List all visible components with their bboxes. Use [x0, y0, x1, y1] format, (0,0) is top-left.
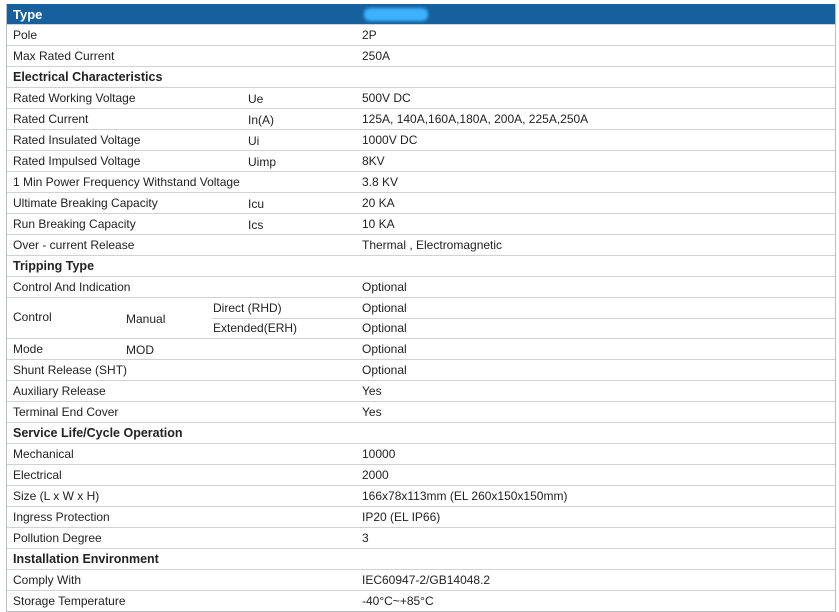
row-value: IEC60947-2/GB14048.2 — [362, 573, 491, 587]
table-row: Rated Current In(A) 125A, 140A,160A,180A, … — [7, 108, 835, 129]
table-row: Max Rated Current 250A — [7, 45, 835, 66]
header-title: Type — [13, 7, 43, 22]
row-label: Pollution Degree — [13, 531, 102, 545]
row-value: Yes — [362, 405, 382, 419]
row-value: IP20 (EL IP66) — [362, 510, 441, 524]
table-row: Auxiliary Release Yes — [7, 380, 835, 401]
row-value: 3.8 KV — [362, 175, 399, 189]
row-label: Mechanical — [13, 447, 74, 461]
row-label: Max Rated Current — [13, 49, 115, 63]
table-row: 1 Min Power Frequency Withstand Voltage 3… — [7, 171, 835, 192]
row-value: 500V DC — [362, 91, 411, 105]
table-row: Storage Temperature -40°C~+85°C — [7, 590, 835, 611]
row-sub-label: Manual — [126, 312, 166, 326]
row-symbol: Uimp — [248, 155, 277, 169]
row-value: 20 KA — [362, 196, 395, 210]
section-title: Service Life/Cycle Operation — [13, 426, 183, 440]
row-label: Rated Working Voltage — [13, 91, 136, 105]
section-title: Electrical Characteristics — [13, 70, 163, 84]
row-label: Ultimate Breaking Capacity — [13, 196, 158, 210]
row-value: 3 — [362, 531, 369, 545]
section-title: Installation Environment — [13, 552, 159, 566]
section-title: Tripping Type — [13, 259, 95, 273]
table-row: Rated Insulated Voltage Ui 1000V DC — [7, 129, 835, 150]
row-value: Optional — [362, 363, 407, 377]
table-row: Shunt Release (SHT) Optional — [7, 359, 835, 380]
row-label: Size (L x W x H) — [13, 489, 100, 503]
row-label: 1 Min Power Frequency Withstand Voltage — [13, 175, 240, 189]
row-divider — [212, 318, 835, 319]
row-value: Optional — [362, 321, 407, 335]
spec-rows: Pole 2P Max Rated Current 250A Electrical Ch… — [7, 24, 835, 611]
row-option-label: Extended(ERH) — [213, 321, 298, 335]
row-label: Rated Insulated Voltage — [13, 133, 141, 147]
row-label: Terminal End Cover — [13, 405, 119, 419]
row-value: Thermal , Electromagnetic — [362, 238, 503, 252]
table-row: Rated Working Voltage Ue 500V DC — [7, 87, 835, 108]
row-value: 250A — [362, 49, 391, 63]
row-option-label: Direct (RHD) — [213, 301, 282, 315]
row-label: Over - current Release — [13, 238, 135, 252]
row-label: Rated Impulsed Voltage — [13, 154, 141, 168]
row-symbol: In(A) — [248, 113, 275, 127]
row-value: 8KV — [362, 154, 385, 168]
row-label: Ingress Protection — [13, 510, 110, 524]
row-label: Rated Current — [13, 112, 89, 126]
table-row: Size (L x W x H) 166x78x113mm (EL 260x150… — [7, 485, 835, 506]
row-value: 125A, 140A,160A,180A, 200A, 225A,250A — [362, 112, 589, 126]
row-value: 166x78x113mm (EL 260x150x150mm) — [362, 489, 568, 503]
section-header: Electrical Characteristics — [7, 66, 835, 87]
row-value: Optional — [362, 301, 407, 315]
table-row: Control Manual Direct (RHD) Optional Extende… — [7, 297, 835, 338]
table-row: Pole 2P — [7, 24, 835, 45]
table-row: Run Breaking Capacity Ics 10 KA — [7, 213, 835, 234]
row-value: -40°C~+85°C — [362, 594, 434, 608]
row-label: Shunt Release (SHT) — [13, 363, 128, 377]
row-value: Optional — [362, 342, 407, 356]
row-value: 1000V DC — [362, 133, 418, 147]
row-value: 2000 — [362, 468, 389, 482]
row-label: Mode — [13, 342, 44, 356]
table-row: Comply With IEC60947-2/GB14048.2 — [7, 569, 835, 590]
row-label: Auxiliary Release — [13, 384, 106, 398]
table-row: Ingress Protection IP20 (EL IP66) — [7, 506, 835, 527]
row-symbol: Ue — [248, 92, 264, 106]
section-header: Service Life/Cycle Operation — [7, 422, 835, 443]
table-row: Control And Indication Optional — [7, 276, 835, 297]
spec-table: Type Pole 2P Max Rated Current 250A Electric… — [6, 4, 836, 612]
row-value: Optional — [362, 280, 407, 294]
table-row: Rated Impulsed Voltage Uimp 8KV — [7, 150, 835, 171]
row-label: Comply With — [13, 573, 82, 587]
row-label: Control — [13, 310, 52, 324]
row-label: Pole — [13, 28, 38, 42]
redacted-model-name — [364, 8, 428, 21]
row-label: Storage Temperature — [13, 594, 126, 608]
row-value: 10 KA — [362, 217, 395, 231]
section-header: Installation Environment — [7, 548, 835, 569]
table-row: Over - current Release Thermal , Electrom… — [7, 234, 835, 255]
row-label: Electrical — [13, 468, 62, 482]
row-label: Run Breaking Capacity — [13, 217, 136, 231]
table-row: Ultimate Breaking Capacity Icu 20 KA — [7, 192, 835, 213]
row-value: 10000 — [362, 447, 396, 461]
table-row: Mode MOD Optional — [7, 338, 835, 359]
table-row: Terminal End Cover Yes — [7, 401, 835, 422]
row-value: Yes — [362, 384, 382, 398]
row-symbol: MOD — [126, 343, 154, 357]
row-symbol: Icu — [248, 197, 265, 211]
row-value: 2P — [362, 28, 377, 42]
section-header: Tripping Type — [7, 255, 835, 276]
table-header: Type — [7, 4, 835, 24]
table-row: Electrical 2000 — [7, 464, 835, 485]
row-symbol: Ics — [248, 218, 264, 232]
row-symbol: Ui — [248, 134, 260, 148]
row-label: Control And Indication — [13, 280, 131, 294]
table-row: Mechanical 10000 — [7, 443, 835, 464]
table-row: Pollution Degree 3 — [7, 527, 835, 548]
